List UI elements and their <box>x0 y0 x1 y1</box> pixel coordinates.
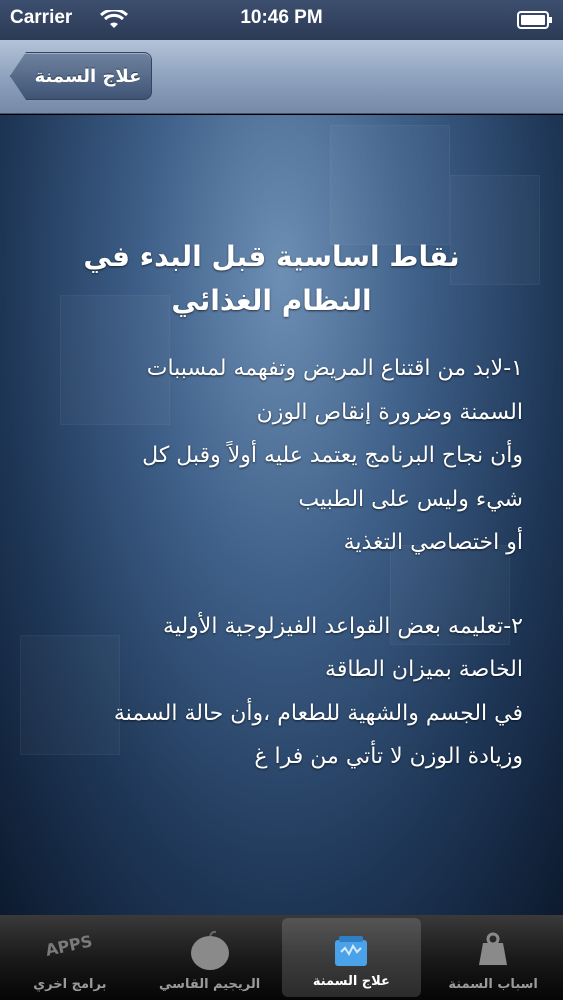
text-line: في الجسم والشهية للطعام ،وأن حالة السمنة <box>113 700 523 726</box>
tab-label: علاج السمنة <box>312 974 390 989</box>
text-line: وزيادة الوزن لا تأتي من فرا غ <box>254 744 523 769</box>
tab-strict-diet[interactable]: الريجيم القاسي <box>140 915 280 1000</box>
text-line: أو اختصاصي التغذية <box>343 530 523 555</box>
status-bar: Carrier 10:46 PM <box>0 0 563 40</box>
content-area: نقاط اساسية قبل البدء في النظام الغذائي … <box>0 115 563 915</box>
paragraph-1: ١-لابد من اقتناع المريض وتفهمه لمسببات ا… <box>20 347 523 565</box>
text-line: وأن نجاح البرنامج يعتمد عليه أولاً وقبل … <box>142 443 523 468</box>
scale-icon <box>335 936 368 966</box>
article: نقاط اساسية قبل البدء في النظام الغذائي … <box>20 235 523 779</box>
tab-obesity-treatment[interactable]: علاج السمنة <box>281 918 422 997</box>
back-button[interactable]: علاج السمنة <box>10 52 152 100</box>
svg-text:APPS: APPS <box>46 931 94 959</box>
tab-label: الريجيم القاسي <box>159 977 261 992</box>
navigation-bar: علاج السمنة <box>0 40 563 114</box>
tab-label: برامج اخري <box>33 977 107 992</box>
tab-other-apps[interactable]: APPS برامج اخري <box>0 915 140 1000</box>
tab-label: اسباب السمنة <box>448 977 538 992</box>
weight-icon <box>479 932 508 965</box>
paragraph-2: ٢-تعليمه بعض القواعد الفيزلوجية الأولية … <box>20 605 523 779</box>
tab-obesity-causes[interactable]: اسباب السمنة <box>423 915 563 1000</box>
text-line: ١-لابد من اقتناع المريض وتفهمه لمسببات <box>146 356 523 381</box>
apple-icon <box>190 930 229 970</box>
tab-bar: APPS برامج اخري الريجيم القاسي علاج السم… <box>0 915 563 1000</box>
text-line: شيء وليس على الطبيب <box>298 486 523 512</box>
status-time: 10:46 PM <box>240 7 323 28</box>
battery-icon <box>517 11 552 29</box>
text-line: السمنة وضرورة إنقاص الوزن <box>256 399 523 425</box>
apps-icon: APPS <box>46 931 94 959</box>
text-line: الخاصة بميزان الطاقة <box>325 657 523 682</box>
text-line: ٢-تعليمه بعض القواعد الفيزلوجية الأولية <box>163 613 523 639</box>
article-title: نقاط اساسية قبل البدء في النظام الغذائي <box>83 240 460 317</box>
background-tile <box>330 125 450 245</box>
